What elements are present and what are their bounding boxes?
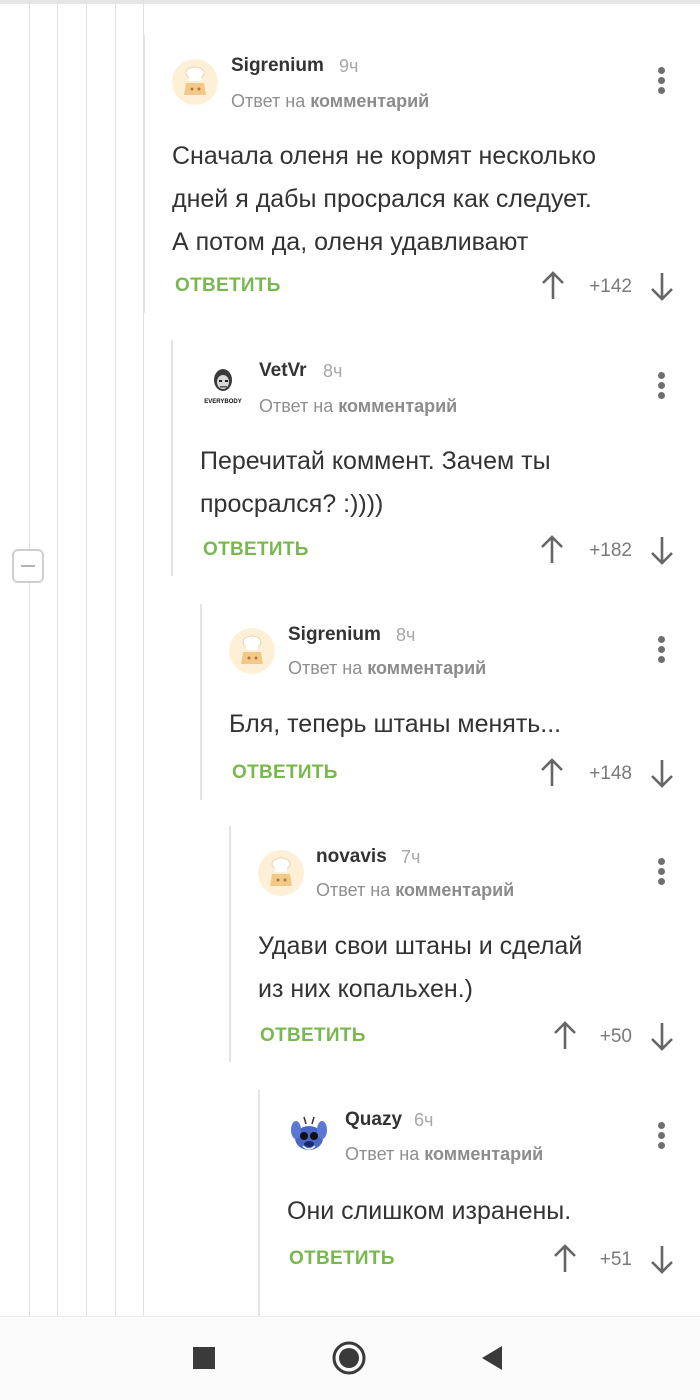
reply-prefix: Ответ на bbox=[316, 880, 391, 900]
arrow-up-icon[interactable] bbox=[540, 271, 566, 301]
text-line: Бля, теперь штаны менять... bbox=[229, 710, 562, 738]
top-edge bbox=[0, 0, 700, 4]
comment-author[interactable]: Quazy bbox=[345, 1109, 402, 1131]
comment-author[interactable]: VetVr bbox=[259, 360, 307, 382]
collapse-thread-button[interactable] bbox=[12, 549, 44, 583]
reply-prefix: Ответ на bbox=[259, 396, 334, 416]
text-line: просрался? :)))) bbox=[200, 490, 384, 518]
comment-time: 8ч bbox=[396, 625, 416, 645]
reply-button[interactable]: ОТВЕТИТЬ bbox=[289, 1248, 395, 1270]
reply-button[interactable]: ОТВЕТИТЬ bbox=[175, 275, 281, 297]
vote-score: +182 bbox=[589, 540, 632, 561]
svg-text:EVERYBODY: EVERYBODY bbox=[204, 399, 241, 405]
comment: novavis 7ч Ответ на комментарий Удави св… bbox=[229, 826, 700, 1062]
chef-avatar-icon bbox=[172, 59, 218, 105]
comment-author[interactable]: Sigrenium bbox=[231, 55, 324, 77]
comment-border bbox=[229, 826, 231, 1062]
reply-to[interactable]: Ответ на комментарий bbox=[259, 396, 457, 417]
system-nav-bar bbox=[0, 1316, 700, 1400]
text-line: Удави свои штаны и сделай bbox=[258, 932, 583, 960]
reply-button[interactable]: ОТВЕТИТЬ bbox=[260, 1025, 366, 1047]
comment-border bbox=[258, 1090, 260, 1316]
comment-text: Они слишком изранены. bbox=[287, 1190, 687, 1233]
comment: Quazy 6ч Ответ на комментарий Они слишко… bbox=[258, 1090, 700, 1316]
arrow-down-icon[interactable] bbox=[649, 758, 675, 788]
comment-time: 8ч bbox=[323, 361, 343, 381]
back-triangle-icon[interactable] bbox=[480, 1345, 504, 1371]
comment-time: 7ч bbox=[401, 847, 421, 867]
comment-text: Бля, теперь штаны менять... bbox=[229, 703, 689, 746]
comment-text: Сначала оленя не кормят несколько дней я… bbox=[172, 135, 692, 264]
reply-to[interactable]: Ответ на комментарий bbox=[345, 1144, 543, 1165]
comment-time: 6ч bbox=[414, 1110, 434, 1130]
more-vert-icon[interactable] bbox=[658, 1122, 666, 1150]
comment-text: Удави свои штаны и сделай из них копальх… bbox=[258, 925, 688, 1011]
text-line: Перечитай коммент. Зачем ты bbox=[200, 447, 551, 475]
portrait-avatar-icon: EVERYBODY bbox=[200, 364, 246, 410]
more-vert-icon[interactable] bbox=[658, 636, 666, 664]
arrow-up-icon[interactable] bbox=[539, 535, 565, 565]
arrow-down-icon[interactable] bbox=[649, 271, 675, 301]
comment-border bbox=[143, 35, 145, 313]
avatar[interactable] bbox=[229, 628, 275, 674]
reply-button[interactable]: ОТВЕТИТЬ bbox=[232, 762, 338, 784]
reply-prefix: Ответ на bbox=[345, 1144, 420, 1164]
reply-target[interactable]: комментарий bbox=[310, 91, 429, 111]
reply-target[interactable]: комментарий bbox=[338, 396, 457, 416]
arrow-down-icon[interactable] bbox=[649, 1021, 675, 1051]
reply-to[interactable]: Ответ на комментарий bbox=[316, 880, 514, 901]
comment-author[interactable]: Sigrenium bbox=[288, 624, 381, 646]
reply-prefix: Ответ на bbox=[231, 91, 306, 111]
vote-score: +50 bbox=[599, 1026, 632, 1047]
reply-to[interactable]: Ответ на комментарий bbox=[288, 658, 486, 679]
text-line: А потом да, оленя удавливают bbox=[172, 228, 529, 256]
reply-button[interactable]: ОТВЕТИТЬ bbox=[203, 539, 309, 561]
text-line: из них копальхен.) bbox=[258, 975, 473, 1003]
avatar[interactable] bbox=[172, 59, 218, 105]
vote-score: +148 bbox=[589, 763, 632, 784]
comment-text: Перечитай коммент. Зачем ты просрался? :… bbox=[200, 440, 690, 526]
more-vert-icon[interactable] bbox=[658, 858, 666, 886]
text-line: дней я дабы просрался как следует. bbox=[172, 185, 592, 213]
thread-line bbox=[29, 0, 30, 1316]
avatar[interactable] bbox=[286, 1112, 332, 1158]
chef-avatar-icon bbox=[258, 850, 304, 896]
reply-target[interactable]: комментарий bbox=[395, 880, 514, 900]
reply-target[interactable]: комментарий bbox=[424, 1144, 543, 1164]
home-circle-icon[interactable] bbox=[331, 1340, 367, 1376]
more-vert-icon[interactable] bbox=[658, 372, 666, 400]
square-stop-icon[interactable] bbox=[192, 1346, 216, 1370]
more-vert-icon[interactable] bbox=[658, 67, 666, 95]
comment: EVERYBODY VetVr 8ч Ответ на комментарий … bbox=[171, 340, 700, 576]
thread-line bbox=[115, 0, 116, 1316]
comment-author[interactable]: novavis bbox=[316, 846, 387, 868]
thread-line bbox=[86, 0, 87, 1316]
vote-score: +51 bbox=[599, 1249, 632, 1270]
comment: Sigrenium 9ч Ответ на комментарий Сначал… bbox=[143, 35, 700, 313]
stitch-avatar-icon bbox=[286, 1112, 332, 1158]
arrow-down-icon[interactable] bbox=[649, 535, 675, 565]
chef-avatar-icon bbox=[229, 628, 275, 674]
avatar[interactable] bbox=[258, 850, 304, 896]
text-line: Сначала оленя не кормят несколько bbox=[172, 142, 597, 170]
arrow-down-icon[interactable] bbox=[649, 1244, 675, 1274]
thread-line bbox=[57, 0, 58, 1316]
comment: Sigrenium 8ч Ответ на комментарий Бля, т… bbox=[200, 604, 700, 800]
arrow-up-icon[interactable] bbox=[539, 758, 565, 788]
reply-prefix: Ответ на bbox=[288, 658, 363, 678]
reply-target[interactable]: комментарий bbox=[367, 658, 486, 678]
comment-time: 9ч bbox=[339, 56, 359, 76]
reply-to[interactable]: Ответ на комментарий bbox=[231, 91, 429, 112]
vote-score: +142 bbox=[589, 276, 632, 297]
comment-border bbox=[171, 340, 173, 576]
avatar[interactable]: EVERYBODY bbox=[200, 364, 246, 410]
text-line: Они слишком изранены. bbox=[287, 1197, 572, 1225]
comment-border bbox=[200, 604, 202, 800]
